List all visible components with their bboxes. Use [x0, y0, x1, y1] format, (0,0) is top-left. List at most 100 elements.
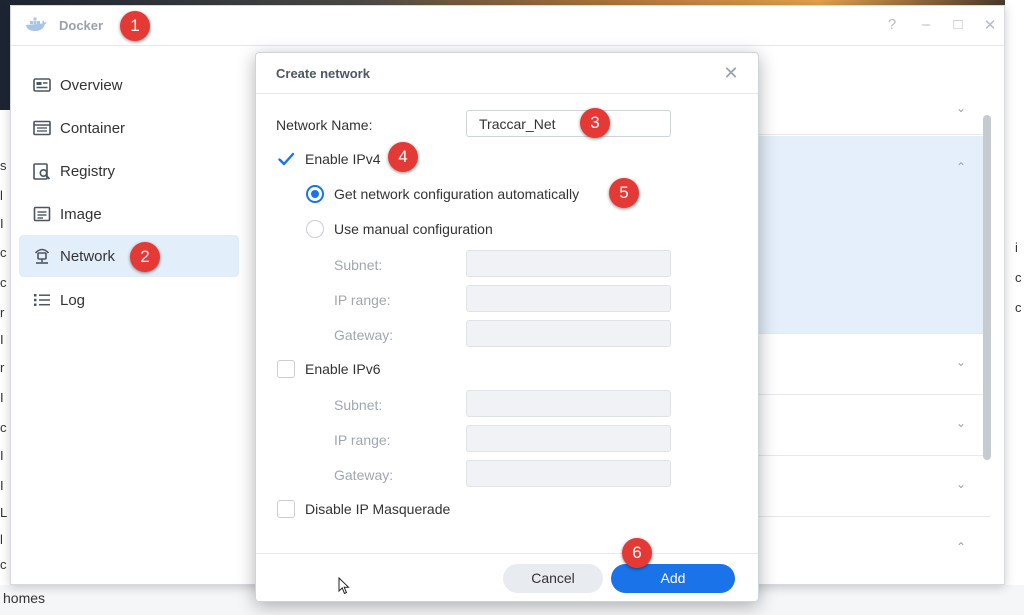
sidebar-item-network[interactable]: Network — [19, 235, 239, 277]
sidebar-item-registry[interactable]: Registry — [19, 150, 239, 192]
checkmark-icon — [278, 152, 295, 166]
sidebar-item-log[interactable]: Log — [19, 279, 239, 321]
auto-config-label[interactable]: Get network configuration automatically — [334, 186, 579, 202]
background-text: I — [0, 216, 4, 231]
callout-badge: 6 — [622, 538, 652, 568]
network-list-row[interactable]: ⌄ — [745, 335, 990, 395]
background-text: I — [0, 390, 4, 405]
network-list-row[interactable]: ⌄ — [745, 396, 990, 456]
ipv4-subnet-label: Subnet: — [334, 257, 383, 273]
ipv6-ip-range-input[interactable] — [466, 425, 671, 452]
network-name-label: Network Name: — [276, 117, 373, 133]
background-text: c — [0, 245, 7, 260]
network-icon — [32, 246, 52, 266]
callout-badge: 4 — [388, 142, 418, 172]
log-icon — [32, 290, 52, 310]
sidebar-item-overview[interactable]: Overview — [19, 64, 239, 106]
ipv4-subnet-input[interactable] — [466, 250, 671, 277]
callout-badge: 3 — [580, 108, 610, 138]
ipv4-ip-range-label: IP range: — [334, 292, 391, 308]
sidebar-item-label: Network — [60, 247, 116, 265]
container-icon — [32, 118, 52, 138]
background-text: I — [0, 448, 4, 463]
ipv6-subnet-input[interactable] — [466, 390, 671, 417]
mouse-cursor-icon — [338, 577, 350, 595]
network-list-panel: ⌄ ⌃ ⌄ ⌄ ⌄ ⌃ — [745, 95, 990, 575]
chevron-up-icon[interactable]: ⌃ — [956, 540, 966, 554]
background-text: L — [0, 505, 8, 520]
maximize-button[interactable]: □ — [949, 16, 967, 33]
background-text: l — [0, 188, 3, 203]
window-titlebar[interactable]: Docker ? – □ ✕ — [11, 6, 1004, 46]
sidebar-item-label: Registry — [60, 162, 116, 180]
dialog-footer-divider — [256, 553, 758, 554]
sidebar-item-label: Log — [60, 291, 86, 309]
close-icon[interactable]: ✕ — [722, 63, 740, 84]
network-list-row[interactable]: ⌃ — [745, 518, 990, 575]
window-title: Docker — [59, 18, 104, 33]
dialog-divider — [256, 93, 758, 94]
sidebar-item-label: Container — [60, 119, 126, 137]
background-window-edge: s l I c c r I r I c I I L l c — [0, 110, 10, 615]
ipv4-ip-range-input[interactable] — [466, 285, 671, 312]
ipv4-gateway-input[interactable] — [466, 320, 671, 347]
minimize-button[interactable]: – — [917, 16, 935, 33]
background-text: c — [1015, 270, 1022, 285]
auto-config-radio[interactable] — [306, 185, 324, 203]
sidebar: Overview Container Registry Image Networ… — [11, 47, 251, 585]
background-text: r — [0, 360, 5, 375]
disable-masquerade-checkbox[interactable] — [277, 500, 295, 518]
callout-badge: 2 — [130, 242, 160, 272]
dialog-title: Create network — [276, 66, 370, 81]
background-text: c — [0, 420, 7, 435]
background-text: c — [0, 275, 7, 290]
overview-icon — [32, 75, 52, 95]
background-text: l — [0, 532, 3, 547]
scrollbar[interactable] — [983, 115, 991, 460]
enable-ipv4-label[interactable]: Enable IPv4 — [305, 151, 381, 167]
sidebar-item-label: Overview — [60, 76, 123, 94]
network-name-input[interactable]: Traccar_Net — [466, 110, 671, 137]
enable-ipv6-label[interactable]: Enable IPv6 — [305, 361, 381, 377]
ipv6-gateway-input[interactable] — [466, 460, 671, 487]
enable-ipv6-checkbox[interactable] — [277, 360, 295, 378]
docker-whale-icon — [26, 17, 47, 31]
background-text: c — [1015, 300, 1022, 315]
manual-config-radio[interactable] — [306, 220, 324, 238]
background-text: c — [0, 557, 7, 572]
background-folder-label[interactable]: homes — [3, 590, 45, 606]
background-text: I — [0, 478, 4, 493]
chevron-down-icon[interactable]: ⌄ — [956, 101, 966, 115]
enable-ipv4-checkbox[interactable] — [277, 150, 295, 168]
create-network-dialog: Create network ✕ Network Name: Traccar_N… — [255, 52, 759, 602]
sidebar-item-container[interactable]: Container — [19, 107, 239, 149]
ipv6-subnet-label: Subnet: — [334, 397, 383, 413]
cancel-button[interactable]: Cancel — [503, 564, 603, 593]
ipv4-gateway-label: Gateway: — [334, 327, 394, 343]
image-icon — [32, 204, 52, 224]
close-window-button[interactable]: ✕ — [981, 16, 999, 34]
background-window-edge: i c c — [1005, 0, 1024, 615]
network-list-row[interactable]: ⌄ — [745, 95, 990, 135]
manual-config-label[interactable]: Use manual configuration — [334, 221, 493, 237]
background-text: I — [0, 332, 4, 347]
sidebar-item-label: Image — [60, 205, 102, 223]
help-button[interactable]: ? — [883, 16, 901, 33]
callout-badge: 1 — [120, 11, 150, 41]
sidebar-item-image[interactable]: Image — [19, 193, 239, 235]
network-list-row[interactable]: ⌄ — [745, 457, 990, 517]
registry-icon — [32, 161, 52, 181]
background-text: i — [1015, 240, 1018, 255]
ipv6-gateway-label: Gateway: — [334, 467, 394, 483]
chevron-up-icon[interactable]: ⌃ — [956, 160, 966, 174]
ipv6-ip-range-label: IP range: — [334, 432, 391, 448]
network-list-row[interactable]: ⌃ — [745, 136, 990, 334]
background-text: r — [0, 305, 5, 320]
chevron-down-icon[interactable]: ⌄ — [956, 477, 966, 491]
chevron-down-icon[interactable]: ⌄ — [956, 355, 966, 369]
disable-masquerade-label[interactable]: Disable IP Masquerade — [305, 501, 450, 517]
callout-badge: 5 — [609, 178, 639, 208]
background-text: s — [0, 158, 7, 173]
add-button[interactable]: Add — [611, 564, 735, 593]
chevron-down-icon[interactable]: ⌄ — [956, 416, 966, 430]
